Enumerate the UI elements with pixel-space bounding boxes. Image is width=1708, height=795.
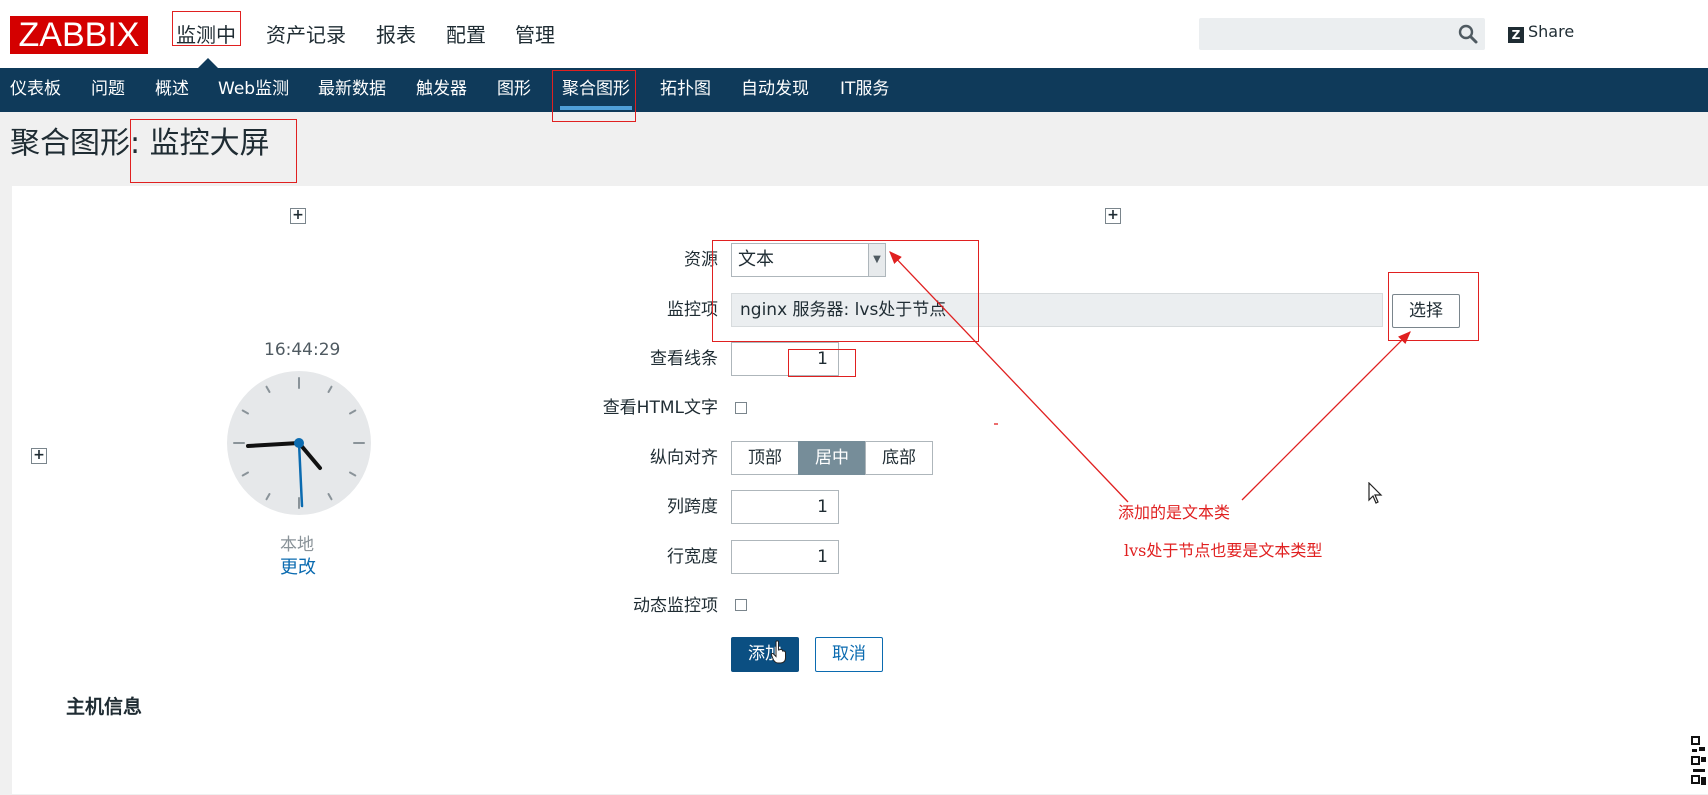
show-html-checkbox[interactable] bbox=[735, 402, 747, 414]
hand-pointer-icon bbox=[770, 640, 788, 668]
colspan-input[interactable]: 1 bbox=[731, 490, 839, 524]
main-nav-reports[interactable]: 报表 bbox=[376, 20, 416, 50]
main-nav-configuration[interactable]: 配置 bbox=[446, 20, 486, 50]
dynamic-item-label: 动态监控项 bbox=[633, 596, 718, 616]
dynamic-item-checkbox[interactable] bbox=[735, 599, 747, 611]
share-label: Share bbox=[1528, 22, 1575, 41]
annotation-box-screens bbox=[552, 70, 636, 122]
add-row-icon[interactable]: + bbox=[31, 448, 47, 464]
main-nav-administration[interactable]: 管理 bbox=[515, 20, 555, 50]
cancel-button[interactable]: 取消 bbox=[815, 637, 883, 672]
valign-bottom-option[interactable]: 底部 bbox=[865, 441, 933, 475]
share-link[interactable]: Z Share bbox=[1508, 22, 1574, 43]
share-z-icon: Z bbox=[1508, 27, 1524, 43]
search-input[interactable] bbox=[1199, 18, 1485, 50]
subnav-it-services[interactable]: IT服务 bbox=[840, 76, 889, 102]
show-lines-label: 查看线条 bbox=[650, 349, 718, 369]
add-column-left-icon[interactable]: + bbox=[290, 208, 306, 224]
annotation-box-lines bbox=[788, 349, 856, 377]
annotation-box-monitoring bbox=[172, 11, 241, 46]
clock-time: 16:44:29 bbox=[264, 340, 341, 360]
subnav-triggers[interactable]: 触发器 bbox=[416, 76, 467, 102]
subnav-web[interactable]: Web监测 bbox=[218, 76, 289, 102]
valign-top-option[interactable]: 顶部 bbox=[731, 441, 799, 475]
active-nav-pointer bbox=[198, 58, 218, 68]
mouse-pointer-icon bbox=[1368, 481, 1384, 510]
main-nav-inventory[interactable]: 资产记录 bbox=[266, 20, 346, 50]
subnav-dashboard[interactable]: 仪表板 bbox=[10, 76, 61, 102]
subnav-latest-data[interactable]: 最新数据 bbox=[318, 76, 386, 102]
annotation-note-lvs-text-type: lvs处于节点也要是文本类型 bbox=[1124, 541, 1323, 560]
annotation-box-resource bbox=[712, 240, 979, 342]
annotation-note-text-type: 添加的是文本类 bbox=[1118, 503, 1231, 522]
clock-timezone-label: 本地 bbox=[280, 535, 314, 555]
add-column-right-icon[interactable]: + bbox=[1105, 208, 1121, 224]
rowspan-input[interactable]: 1 bbox=[731, 540, 839, 574]
show-html-label: 查看HTML文字 bbox=[602, 398, 718, 418]
subnav-discovery[interactable]: 自动发现 bbox=[741, 76, 809, 102]
qr-code-icon bbox=[1690, 735, 1708, 791]
annotation-box-select bbox=[1388, 272, 1479, 341]
add-button[interactable]: 添加 bbox=[731, 637, 799, 672]
annotation-box-title bbox=[130, 119, 297, 183]
colspan-label: 列跨度 bbox=[667, 497, 718, 517]
subnav-graphs[interactable]: 图形 bbox=[497, 76, 531, 102]
item-label: 监控项 bbox=[667, 300, 718, 320]
host-info-heading: 主机信息 bbox=[66, 696, 143, 718]
clock-change-link[interactable]: 更改 bbox=[280, 553, 316, 579]
subnav-overview[interactable]: 概述 bbox=[155, 76, 189, 102]
subnav-problems[interactable]: 问题 bbox=[91, 76, 125, 102]
valign-label: 纵向对齐 bbox=[650, 448, 718, 468]
subnav-maps[interactable]: 拓扑图 bbox=[660, 76, 711, 102]
analog-clock-icon bbox=[226, 370, 372, 516]
rowspan-label: 行宽度 bbox=[667, 547, 718, 567]
zabbix-logo[interactable]: ZABBIX bbox=[10, 16, 148, 54]
resource-label: 资源 bbox=[684, 250, 718, 270]
valign-middle-option[interactable]: 居中 bbox=[798, 441, 866, 475]
search-icon[interactable] bbox=[1456, 22, 1480, 46]
